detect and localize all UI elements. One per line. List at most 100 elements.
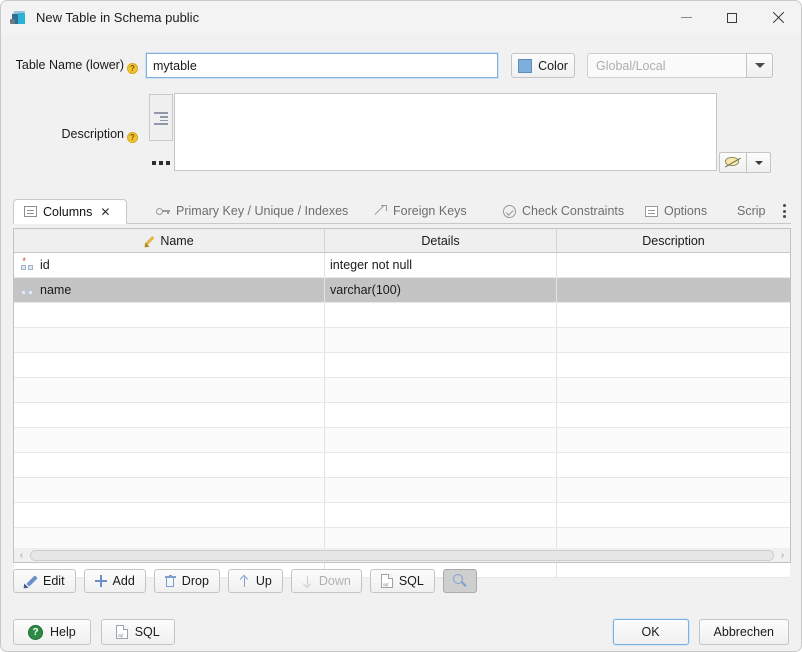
- tab-columns-label: Columns: [43, 205, 92, 219]
- empty-row[interactable]: [14, 328, 790, 353]
- global-local-value[interactable]: Global/Local: [587, 53, 746, 78]
- spellcheck-button[interactable]: [719, 152, 747, 173]
- cancel-button[interactable]: Abbrechen: [699, 619, 789, 645]
- cell-description[interactable]: [557, 478, 790, 502]
- color-button[interactable]: Color: [511, 53, 575, 78]
- table-name-input[interactable]: [146, 53, 498, 78]
- cell-name[interactable]: [14, 303, 325, 327]
- cell-details[interactable]: [325, 453, 557, 477]
- spellcheck-dropdown-button[interactable]: [747, 152, 771, 173]
- sql-button[interactable]: sql SQL: [101, 619, 175, 645]
- minimize-icon: [681, 17, 692, 18]
- pencil-icon: [24, 575, 37, 588]
- cell-name-text: id: [40, 258, 50, 272]
- table-row[interactable]: name varchar(100): [14, 278, 790, 303]
- empty-row[interactable]: [14, 503, 790, 528]
- maximize-button[interactable]: [709, 1, 755, 34]
- cell-description[interactable]: [557, 453, 790, 477]
- description-textarea[interactable]: [174, 93, 717, 171]
- description-format-button[interactable]: [149, 94, 173, 141]
- scroll-thumb[interactable]: [30, 550, 774, 561]
- cell-details[interactable]: [325, 353, 557, 377]
- edit-button-label: Edit: [43, 574, 65, 588]
- cell-description[interactable]: [557, 353, 790, 377]
- cell-name[interactable]: [14, 453, 325, 477]
- plus-icon: [95, 575, 107, 587]
- cell-name[interactable]: [14, 378, 325, 402]
- tab-overflow-menu-icon[interactable]: [777, 202, 791, 220]
- tab-columns[interactable]: Columns ✕: [13, 199, 127, 224]
- cell-details[interactable]: [325, 428, 557, 452]
- cell-details[interactable]: [325, 478, 557, 502]
- cell-details[interactable]: [325, 403, 557, 427]
- help-button-label: Help: [50, 625, 76, 639]
- table-row[interactable]: * id integer not null: [14, 253, 790, 278]
- empty-row[interactable]: [14, 478, 790, 503]
- trash-icon: [165, 575, 176, 588]
- title-bar: New Table in Schema public: [1, 1, 801, 34]
- cell-name[interactable]: [14, 503, 325, 527]
- cell-description[interactable]: [557, 303, 790, 327]
- cell-description[interactable]: [557, 503, 790, 527]
- help-badge-icon[interactable]: ?: [127, 63, 138, 74]
- add-button[interactable]: Add: [84, 569, 146, 593]
- cell-description[interactable]: [557, 428, 790, 452]
- up-button[interactable]: Up: [228, 569, 283, 593]
- tab-foreign-keys[interactable]: Foreign Keys: [365, 199, 477, 223]
- grid-toolbar: Edit Add Drop Up Down sql SQL: [13, 569, 477, 593]
- cell-details[interactable]: integer not null: [325, 253, 557, 277]
- cell-name[interactable]: [14, 353, 325, 377]
- help-badge-icon[interactable]: ?: [127, 132, 138, 143]
- cell-details[interactable]: varchar(100): [325, 278, 557, 302]
- scroll-right-icon[interactable]: ›: [775, 549, 790, 562]
- sql-toolbar-button[interactable]: sql SQL: [370, 569, 435, 593]
- close-button[interactable]: [755, 1, 801, 34]
- ok-button[interactable]: OK: [613, 619, 689, 645]
- search-button[interactable]: [443, 569, 477, 593]
- grid-horizontal-scrollbar[interactable]: ‹ ›: [13, 548, 791, 563]
- scroll-left-icon[interactable]: ‹: [14, 549, 29, 562]
- empty-row[interactable]: [14, 403, 790, 428]
- tab-check-constraints[interactable]: Check Constraints: [493, 199, 634, 223]
- tab-primary-key[interactable]: Primary Key / Unique / Indexes: [146, 199, 358, 223]
- empty-row[interactable]: [14, 378, 790, 403]
- cell-details[interactable]: [325, 303, 557, 327]
- cell-details[interactable]: [325, 328, 557, 352]
- tab-script[interactable]: Scrip: [727, 199, 775, 223]
- cell-name[interactable]: [14, 403, 325, 427]
- cell-details[interactable]: [325, 503, 557, 527]
- empty-row[interactable]: [14, 353, 790, 378]
- drop-button[interactable]: Drop: [154, 569, 220, 593]
- column-header-details[interactable]: Details: [325, 229, 557, 252]
- tab-check-constraints-label: Check Constraints: [522, 204, 624, 218]
- cell-description[interactable]: [557, 328, 790, 352]
- cell-name[interactable]: [14, 328, 325, 352]
- cell-details[interactable]: [325, 378, 557, 402]
- check-circle-icon: [503, 205, 516, 218]
- help-button[interactable]: ? Help: [13, 619, 91, 645]
- tab-close-icon[interactable]: ✕: [100, 205, 110, 219]
- column-header-name[interactable]: Name: [14, 229, 325, 252]
- down-button-label: Down: [319, 574, 351, 588]
- empty-row[interactable]: [14, 303, 790, 328]
- cell-description[interactable]: [557, 253, 790, 277]
- global-local-dropdown-button[interactable]: [746, 53, 773, 78]
- cell-description[interactable]: [557, 278, 790, 302]
- empty-row[interactable]: [14, 428, 790, 453]
- cell-name[interactable]: [14, 478, 325, 502]
- cell-description[interactable]: [557, 403, 790, 427]
- minimize-button[interactable]: [663, 1, 709, 34]
- description-more-button[interactable]: [152, 161, 170, 165]
- cell-name[interactable]: name: [14, 278, 325, 302]
- empty-row[interactable]: [14, 453, 790, 478]
- edit-button[interactable]: Edit: [13, 569, 76, 593]
- document-icon: sql: [116, 625, 128, 639]
- cell-description[interactable]: [557, 378, 790, 402]
- column-header-name-label: Name: [160, 234, 193, 248]
- global-local-combobox[interactable]: Global/Local: [587, 53, 773, 78]
- column-header-description[interactable]: Description: [557, 229, 790, 252]
- cell-name[interactable]: [14, 428, 325, 452]
- description-label: Description?: [13, 127, 138, 143]
- tab-options[interactable]: Options: [635, 199, 717, 223]
- cell-name[interactable]: * id: [14, 253, 325, 277]
